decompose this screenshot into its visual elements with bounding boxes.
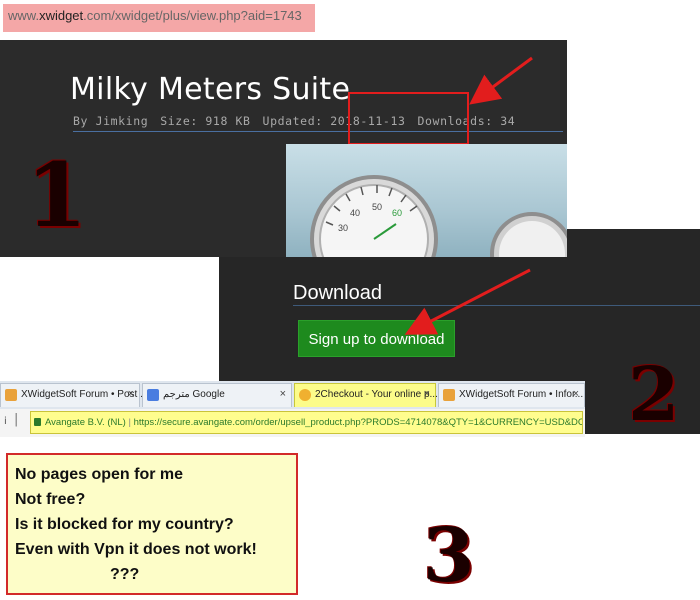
url-prefix: www. [8,8,40,23]
tab-xwidget-post[interactable]: XWidgetSoft Forum • Post ... × [0,383,148,407]
close-icon[interactable]: × [573,388,579,400]
note-line: Is it blocked for my country? [15,516,234,533]
download-divider [293,305,700,306]
note-line: Not free? [15,491,86,508]
lock-icon [34,418,41,426]
tab-2checkout[interactable]: 2Checkout - Your online p... × [294,383,438,407]
close-icon[interactable]: × [424,388,430,400]
google-translate-favicon-icon [147,389,159,401]
step-number-3: 3 [423,513,475,599]
tab-label: مترجم Google [163,389,225,400]
complaint-note-text: No pages open for me Not free? Is it blo… [15,462,257,587]
sign-up-to-download-button[interactable]: Sign up to download [298,320,455,357]
close-icon[interactable]: × [128,388,134,400]
xwidget-favicon-icon [5,389,17,401]
close-icon[interactable]: × [280,388,286,400]
widget-title: Milky Meters Suite [70,72,351,107]
tab-google-translate[interactable]: مترجم Google × [142,383,292,407]
separator-icon: | [14,412,19,427]
2checkout-favicon-icon [299,389,311,401]
meta-size: Size: 918 KB [160,114,251,128]
browser-tab-strip: XWidgetSoft Forum • Post ... × مترجم Goo… [0,381,585,410]
address-input[interactable]: Avangate B.V. (NL) | https://secure.avan… [30,411,583,434]
meta-divider [73,131,563,132]
svg-text:60: 60 [392,208,402,218]
note-line: ??? [110,566,140,583]
speedometer-gauge-icon: 30 40 50 60 [310,175,567,257]
svg-text:40: 40 [350,208,360,218]
download-heading: Download [293,282,382,304]
info-icon[interactable]: i [4,416,7,427]
download-panel-top [567,229,700,257]
site-identity: Avangate B.V. (NL) [45,417,126,428]
page-url[interactable]: www.xwidget.com/xwidget/plus/view.php?ai… [8,8,302,23]
tab-xwidget-info[interactable]: XWidgetSoft Forum • Infor... × [438,383,585,407]
note-line: No pages open for me [15,466,184,483]
tab-label: XWidgetSoft Forum • Infor... [459,389,584,400]
downloads-highlight-box [348,92,469,145]
address-bar: i | Avangate B.V. (NL) | https://secure.… [0,409,585,437]
step-number-1: 1 [26,143,88,247]
svg-text:30: 30 [338,223,348,233]
step-number-2: 2 [628,352,680,438]
address-url: https://secure.avangate.com/order/upsell… [133,417,582,428]
meta-author[interactable]: By Jimking [73,114,148,128]
svg-text:50: 50 [372,202,382,212]
note-line: Even with Vpn it does not work! [15,541,257,558]
widget-preview-image: 30 40 50 60 [286,144,567,257]
xwidget-favicon-icon [443,389,455,401]
url-rest: .com/xwidget/plus/view.php?aid=1743 [83,8,302,23]
url-domain: xwidget [39,8,84,23]
tab-label: 2Checkout - Your online p... [315,389,438,400]
